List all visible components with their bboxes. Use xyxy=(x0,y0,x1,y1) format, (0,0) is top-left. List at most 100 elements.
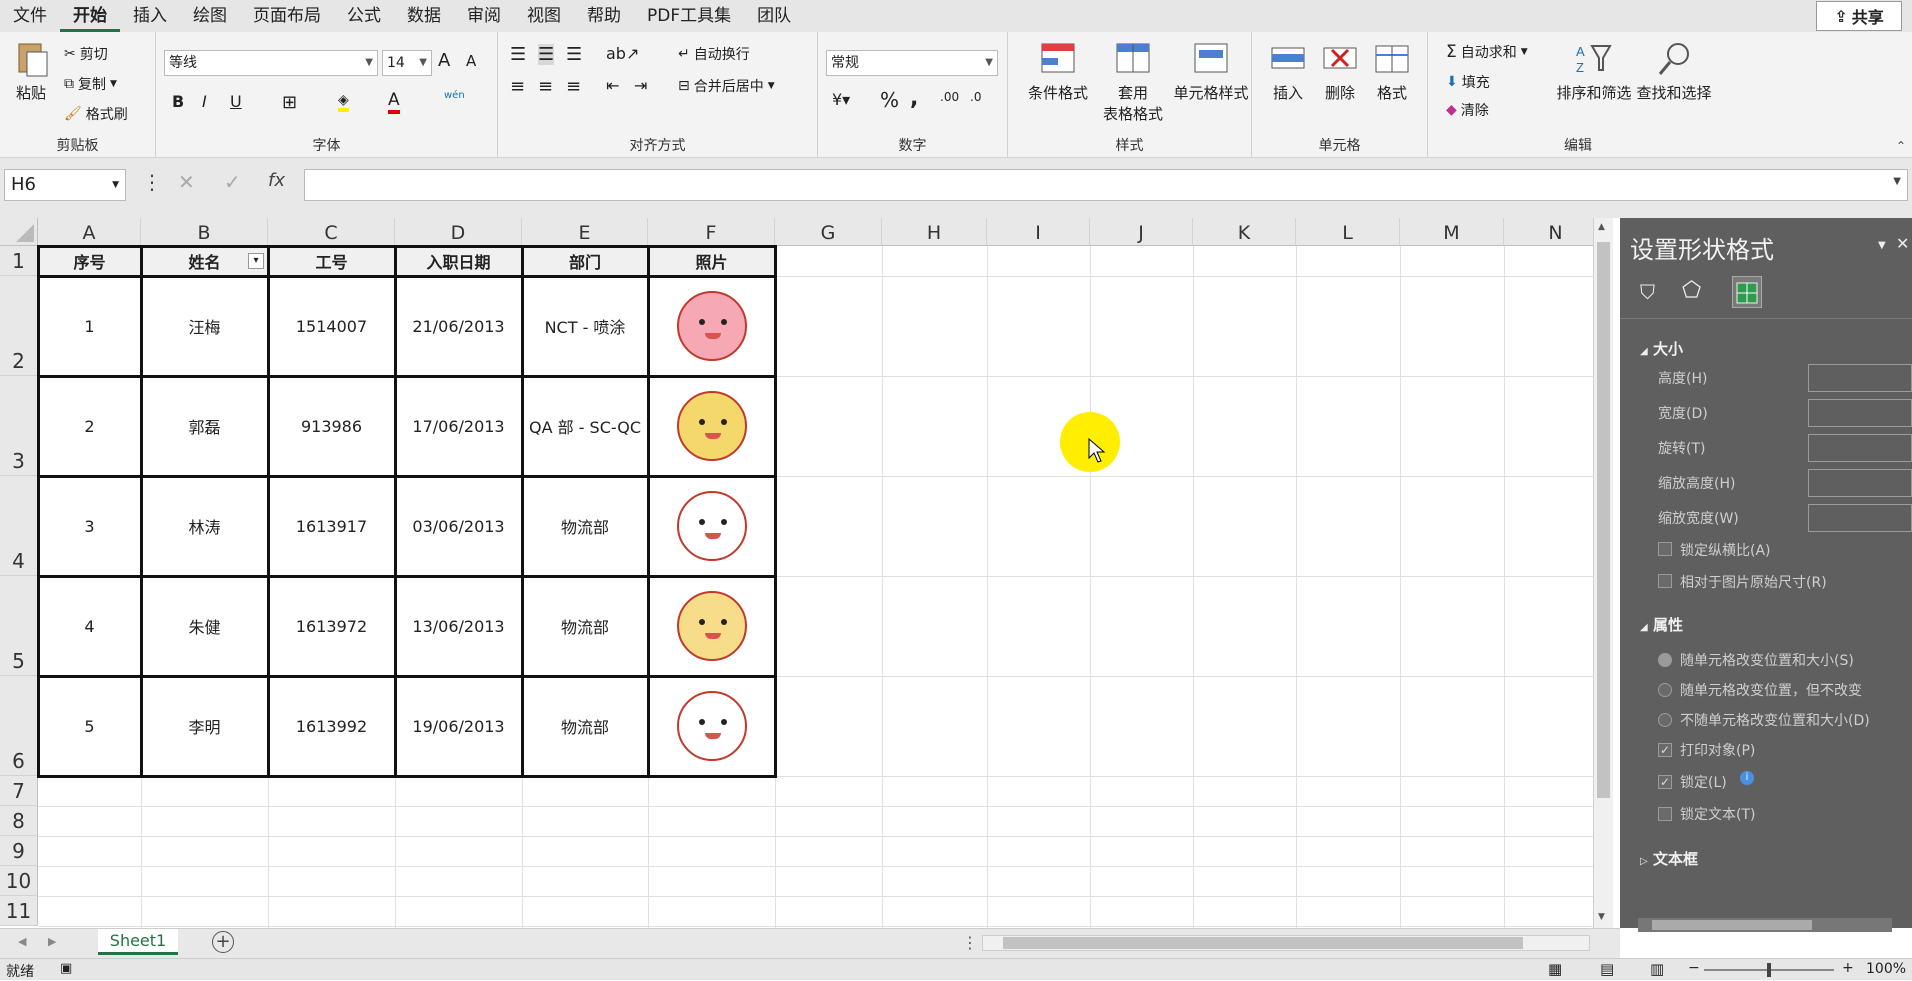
move-only-radio[interactable] xyxy=(1658,683,1672,697)
print-object-checkbox[interactable]: ✓ xyxy=(1658,743,1672,757)
header-cell[interactable]: 序号 xyxy=(38,246,141,276)
column-header-k[interactable]: K xyxy=(1193,218,1296,246)
table-cell[interactable]: 21/06/2013 xyxy=(395,276,522,376)
row-header-8[interactable]: 8 xyxy=(0,806,38,836)
currency-button[interactable]: ¥▾ xyxy=(832,90,850,109)
font-name-select[interactable]: 等线 ▼ xyxy=(164,50,378,76)
info-icon[interactable]: i xyxy=(1740,771,1754,785)
column-header-e[interactable]: E xyxy=(522,218,648,246)
photo-cell[interactable] xyxy=(648,276,775,376)
worksheet[interactable]: ABCDEFGHIJKLMN 1 2 3 4 5 6 7 8 9 10 11 序号 姓名 ▾ 工号 入职日期… xyxy=(0,218,1620,928)
row-header-4[interactable]: 4 xyxy=(0,476,38,576)
chevron-down-icon[interactable]: ▼ xyxy=(1893,176,1901,187)
column-header-l[interactable]: L xyxy=(1296,218,1400,246)
photo-cell[interactable] xyxy=(648,576,775,676)
h-scroll-thumb[interactable] xyxy=(1003,937,1523,949)
photo-cell[interactable] xyxy=(648,676,775,776)
copy-button[interactable]: ⧉ 复制 ▼ xyxy=(64,74,117,94)
height-input[interactable] xyxy=(1808,364,1912,392)
table-cell[interactable]: 物流部 xyxy=(522,476,648,576)
sort-filter-button[interactable]: AZ 排序和筛选 xyxy=(1554,40,1634,103)
vertical-scrollbar[interactable]: ▲ ▼ xyxy=(1593,218,1613,928)
textbox-section-header[interactable]: ▷ 文本框 xyxy=(1640,848,1698,869)
table-cell[interactable]: 林涛 xyxy=(141,476,268,576)
table-cell[interactable]: 郭磊 xyxy=(141,376,268,476)
row-header-2[interactable]: 2 xyxy=(0,276,38,376)
row-header-6[interactable]: 6 xyxy=(0,676,38,776)
pane-options-chevron-icon[interactable]: ▼ xyxy=(1878,240,1886,251)
column-header-j[interactable]: J xyxy=(1090,218,1193,246)
table-cell[interactable]: 物流部 xyxy=(522,676,648,776)
locked-checkbox[interactable]: ✓ xyxy=(1658,775,1672,789)
number-format-select[interactable]: 常规 ▼ xyxy=(826,50,998,76)
pane-h-scroll-thumb[interactable] xyxy=(1652,920,1812,930)
row-header-7[interactable]: 7 xyxy=(0,776,38,806)
phonetic-button[interactable]: wén xyxy=(444,90,465,101)
tab-help[interactable]: 帮助 xyxy=(574,0,634,32)
confirm-entry-icon[interactable]: ✓ xyxy=(224,170,241,194)
table-cell[interactable]: 4 xyxy=(38,576,141,676)
tab-draw[interactable]: 绘图 xyxy=(180,0,240,32)
insert-function-icon[interactable]: fx xyxy=(268,170,285,191)
row-header-1[interactable]: 1 xyxy=(0,246,38,276)
row-header-11[interactable]: 11 xyxy=(0,896,38,926)
page-break-view-icon[interactable]: ▥ xyxy=(1650,960,1664,978)
properties-section-header[interactable]: ◢ 属性 xyxy=(1640,614,1683,635)
scale-width-input[interactable] xyxy=(1808,504,1912,532)
cut-button[interactable]: ✂ 剪切 xyxy=(64,44,108,64)
autosum-button[interactable]: Σ 自动求和 ▼ xyxy=(1446,42,1528,62)
scroll-down-icon[interactable]: ▼ xyxy=(1598,912,1605,922)
no-move-radio[interactable] xyxy=(1658,713,1672,727)
table-cell[interactable]: 1514007 xyxy=(268,276,395,376)
merge-center-button[interactable]: ⊟ 合并后居中 ▼ xyxy=(678,76,775,96)
table-cell[interactable]: 13/06/2013 xyxy=(395,576,522,676)
normal-view-icon[interactable]: ▦ xyxy=(1548,960,1562,978)
header-cell[interactable]: 部门 xyxy=(522,246,648,276)
tab-view[interactable]: 视图 xyxy=(514,0,574,32)
wrap-text-button[interactable]: ↵ 自动换行 xyxy=(678,44,750,64)
format-cells-button[interactable]: 格式 xyxy=(1364,40,1420,103)
next-sheet-icon[interactable]: ▶ xyxy=(48,935,56,948)
name-box[interactable]: H6 ▼ xyxy=(4,169,126,201)
more-options-icon[interactable]: ⋮ xyxy=(142,170,162,194)
align-top-button[interactable]: ☰ xyxy=(510,44,526,65)
add-sheet-button[interactable]: + xyxy=(212,931,234,953)
delete-cells-button[interactable]: 删除 xyxy=(1312,40,1368,103)
tab-insert[interactable]: 插入 xyxy=(120,0,180,32)
font-size-select[interactable]: 14 ▼ xyxy=(382,50,432,76)
yellow-duck-icon[interactable] xyxy=(676,391,747,461)
shrink-font-button[interactable]: A xyxy=(466,52,476,70)
filter-dropdown-icon[interactable]: ▾ xyxy=(248,253,264,269)
fill-color-button[interactable]: ◈ xyxy=(338,92,349,112)
align-right-button[interactable]: ≡ xyxy=(566,76,581,97)
table-cell[interactable]: QA 部 - SC-QC xyxy=(522,376,648,476)
table-cell[interactable]: 1613917 xyxy=(268,476,395,576)
tab-home[interactable]: 开始 xyxy=(60,0,120,32)
sheet-tab-sheet1[interactable]: Sheet1 xyxy=(98,929,178,955)
format-painter-button[interactable]: 🖌 格式刷 xyxy=(64,104,128,124)
macro-record-icon[interactable]: ▣ xyxy=(60,961,72,976)
header-cell[interactable]: 姓名 ▾ xyxy=(141,246,268,276)
lock-ratio-checkbox[interactable] xyxy=(1658,542,1672,556)
photo-cell[interactable] xyxy=(648,376,775,476)
header-cell[interactable]: 入职日期 xyxy=(395,246,522,276)
pink-bear-icon[interactable] xyxy=(676,291,747,361)
zoom-level[interactable]: 100% xyxy=(1866,961,1906,977)
row-header-9[interactable]: 9 xyxy=(0,836,38,866)
cell-styles-button[interactable]: 单元格样式 xyxy=(1168,40,1254,103)
zoom-in-icon[interactable]: + xyxy=(1842,960,1854,976)
tab-page-layout[interactable]: 页面布局 xyxy=(240,0,334,32)
table-cell[interactable]: 2 xyxy=(38,376,141,476)
pane-h-scrollbar[interactable] xyxy=(1638,918,1892,932)
page-layout-view-icon[interactable]: ▤ xyxy=(1600,960,1614,978)
tab-splitter-icon[interactable]: ⋮ xyxy=(962,933,978,952)
row-header-10[interactable]: 10 xyxy=(0,866,38,896)
table-cell[interactable]: 19/06/2013 xyxy=(395,676,522,776)
orientation-button[interactable]: ab↗ xyxy=(606,44,639,63)
column-header-b[interactable]: B xyxy=(141,218,268,246)
conditional-format-button[interactable]: 条件格式 xyxy=(1018,40,1098,103)
column-header-h[interactable]: H xyxy=(882,218,987,246)
column-header-f[interactable]: F xyxy=(648,218,775,246)
row-header-5[interactable]: 5 xyxy=(0,576,38,676)
percent-button[interactable]: % xyxy=(880,88,899,112)
